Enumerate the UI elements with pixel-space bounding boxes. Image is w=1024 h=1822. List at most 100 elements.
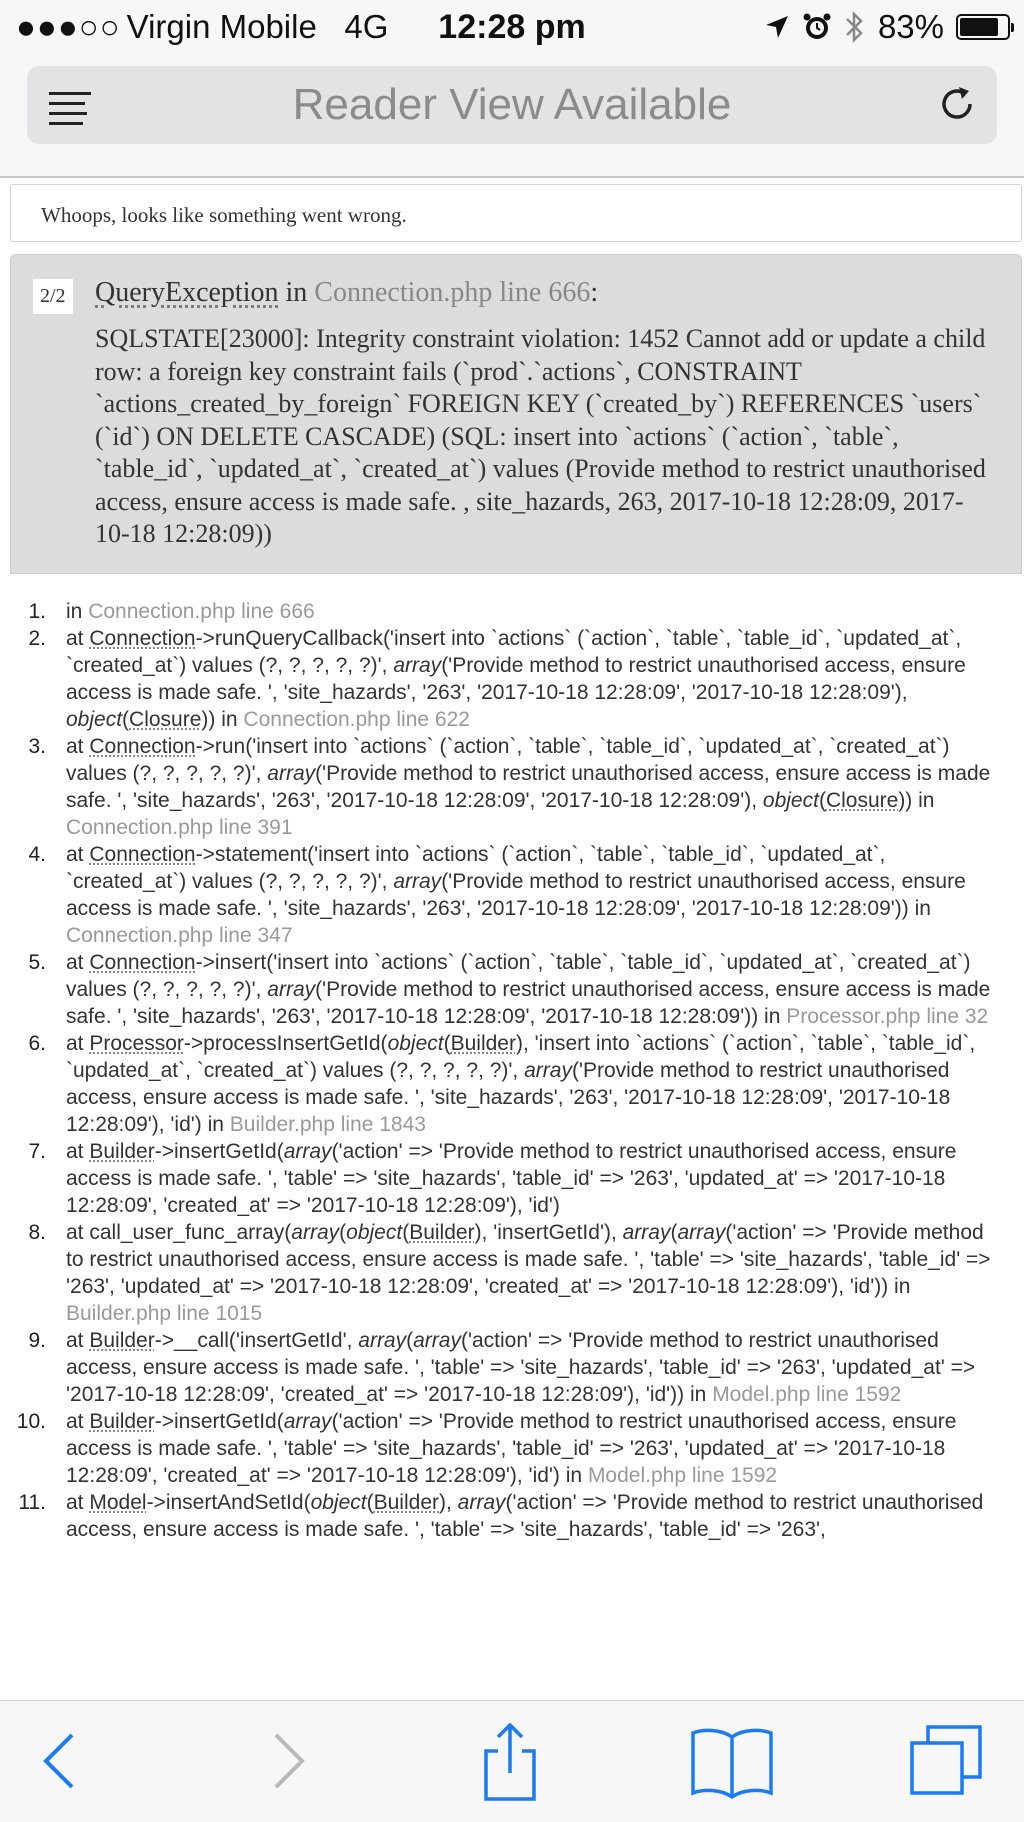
trace-number: 11.	[18, 1490, 46, 1514]
trace-text: at	[66, 1490, 90, 1514]
trace-type: array	[413, 1328, 461, 1352]
tabs-icon[interactable]	[908, 1721, 988, 1801]
trace-type: array	[524, 1058, 572, 1082]
share-icon[interactable]	[470, 1721, 550, 1801]
trace-text: ->insertAndSetId(	[146, 1490, 311, 1514]
trace-item: 8. at call_user_func_array(array(object(B…	[0, 1219, 1024, 1327]
bluetooth-icon	[846, 10, 863, 44]
trace-type: array	[291, 1220, 340, 1244]
trace-text: at	[66, 1409, 90, 1433]
trace-type: array	[283, 1409, 332, 1433]
forward-icon[interactable]	[248, 1721, 328, 1801]
error-banner: Whoops, looks like something went wrong.	[10, 184, 1022, 242]
trace-type: object	[346, 1220, 403, 1244]
trace-file-location: Builder.php line 1843	[229, 1112, 426, 1136]
trace-item: 9. at Builder->__call('insertGetId', arra…	[0, 1327, 1024, 1408]
trace-file-location: Connection.php line 666	[88, 599, 315, 623]
trace-item: 10. at Builder->insertGetId(array('action…	[0, 1408, 1024, 1489]
trace-class-link[interactable]: Builder	[89, 1140, 154, 1163]
trace-type: array	[358, 1328, 407, 1352]
trace-number: 6.	[28, 1031, 46, 1055]
trace-class-link[interactable]: Builder	[451, 1032, 516, 1055]
trace-type: array	[677, 1220, 726, 1244]
alarm-icon	[803, 13, 831, 39]
back-icon[interactable]	[20, 1721, 100, 1801]
trace-file-location: Model.php line 1592	[587, 1463, 778, 1487]
trace-class-link[interactable]: Connection	[89, 843, 195, 866]
trace-type: array	[267, 761, 316, 785]
trace-type: array	[457, 1490, 506, 1514]
trace-item: 5. at Connection->insert('insert into `ac…	[0, 949, 1024, 1030]
trace-type: array	[393, 869, 442, 893]
reload-icon[interactable]	[937, 84, 977, 124]
trace-item: 3. at Connection->run('insert into `actio…	[0, 733, 1024, 841]
trace-class-link[interactable]: Closure	[129, 708, 201, 731]
status-bar: ●●●○○ Virgin Mobile 4G 12:28 pm 83%	[0, 0, 1024, 58]
trace-text: ->insertGetId(	[154, 1409, 284, 1433]
trace-item: 6. at Processor->processInsertGetId(objec…	[0, 1030, 1024, 1138]
trace-text: (	[366, 1490, 374, 1514]
trace-number: 3.	[28, 734, 46, 758]
battery-percent: 83%	[877, 8, 944, 45]
trace-text: at call_user_func_array(	[66, 1220, 292, 1244]
trace-text: at	[66, 1139, 90, 1163]
trace-text: ), 'insertGetId'),	[474, 1220, 623, 1244]
exception-message: SQLSTATE[23000]: Integrity constraint vi…	[95, 324, 986, 548]
exception-colon: :	[590, 277, 599, 308]
exception-block: 2/2 QueryException in Connection.php lin…	[10, 254, 1022, 574]
trace-number: 8.	[28, 1220, 46, 1244]
address-bar-title[interactable]: Reader View Available	[27, 80, 997, 130]
trace-type: array	[393, 653, 442, 677]
trace-type: object	[66, 707, 123, 731]
exception-title: QueryException in Connection.php line 66…	[95, 277, 991, 309]
bookmarks-icon[interactable]	[687, 1721, 777, 1801]
trace-class-link[interactable]: Closure	[826, 789, 898, 812]
trace-type: object	[762, 788, 819, 812]
trace-number: 4.	[28, 842, 46, 866]
status-icons: 83%	[764, 8, 1014, 46]
trace-item: 7. at Builder->insertGetId(array('action'…	[0, 1138, 1024, 1219]
trace-text: ->insertGetId(	[154, 1139, 284, 1163]
trace-number: 10.	[16, 1409, 46, 1433]
trace-text: )) in	[898, 788, 935, 812]
trace-class-link[interactable]: Connection	[89, 951, 195, 974]
trace-class-link[interactable]: Connection	[89, 627, 195, 650]
trace-file-location: Connection.php line 622	[243, 707, 470, 731]
trace-type: object	[387, 1031, 444, 1055]
trace-file-location: Model.php line 1592	[712, 1382, 902, 1406]
trace-file-location: Builder.php line 1015	[66, 1301, 263, 1325]
trace-number: 1.	[28, 599, 46, 623]
trace-text: at	[66, 842, 90, 866]
battery-icon	[956, 14, 1014, 40]
trace-item: 1. in Connection.php line 666	[0, 598, 1024, 625]
trace-number: 7.	[28, 1139, 46, 1163]
trace-number: 5.	[28, 950, 46, 974]
trace-class-link[interactable]: Builder	[374, 1491, 439, 1514]
exception-location: Connection.php line 666	[314, 277, 591, 308]
trace-class-link[interactable]: Builder	[89, 1329, 154, 1352]
trace-item: 11. at Model->insertAndSetId(object(Build…	[0, 1489, 1024, 1543]
trace-class-link[interactable]: Connection	[89, 735, 195, 758]
exception-in-word: in	[278, 277, 315, 308]
trace-text: (	[443, 1031, 451, 1055]
trace-item: 2. at Connection->runQueryCallback('inser…	[0, 625, 1024, 733]
trace-text: (	[122, 707, 130, 731]
stack-trace: 1. in Connection.php line 666 2. at Connect…	[0, 574, 1024, 1543]
location-arrow-icon	[765, 16, 788, 38]
browser-navbar: Reader View Available	[0, 58, 1024, 178]
trace-file-location: Connection.php line 391	[66, 815, 293, 839]
exception-class: QueryException	[95, 277, 279, 308]
trace-type: object	[310, 1490, 367, 1514]
trace-class-link[interactable]: Builder	[89, 1410, 154, 1433]
page-content[interactable]: Whoops, looks like something went wrong.…	[0, 178, 1024, 1700]
exception-count: 2/2	[33, 279, 73, 314]
trace-class-link[interactable]: Model	[89, 1491, 146, 1514]
trace-type: array	[622, 1220, 671, 1244]
trace-text: at	[66, 950, 90, 974]
trace-class-link[interactable]: Builder	[409, 1221, 474, 1244]
battery-fill	[960, 18, 999, 36]
trace-text: ->processInsertGetId(	[183, 1031, 388, 1055]
address-bar[interactable]: Reader View Available	[27, 66, 997, 144]
trace-number: 2.	[28, 626, 46, 650]
trace-class-link[interactable]: Processor	[89, 1032, 184, 1055]
